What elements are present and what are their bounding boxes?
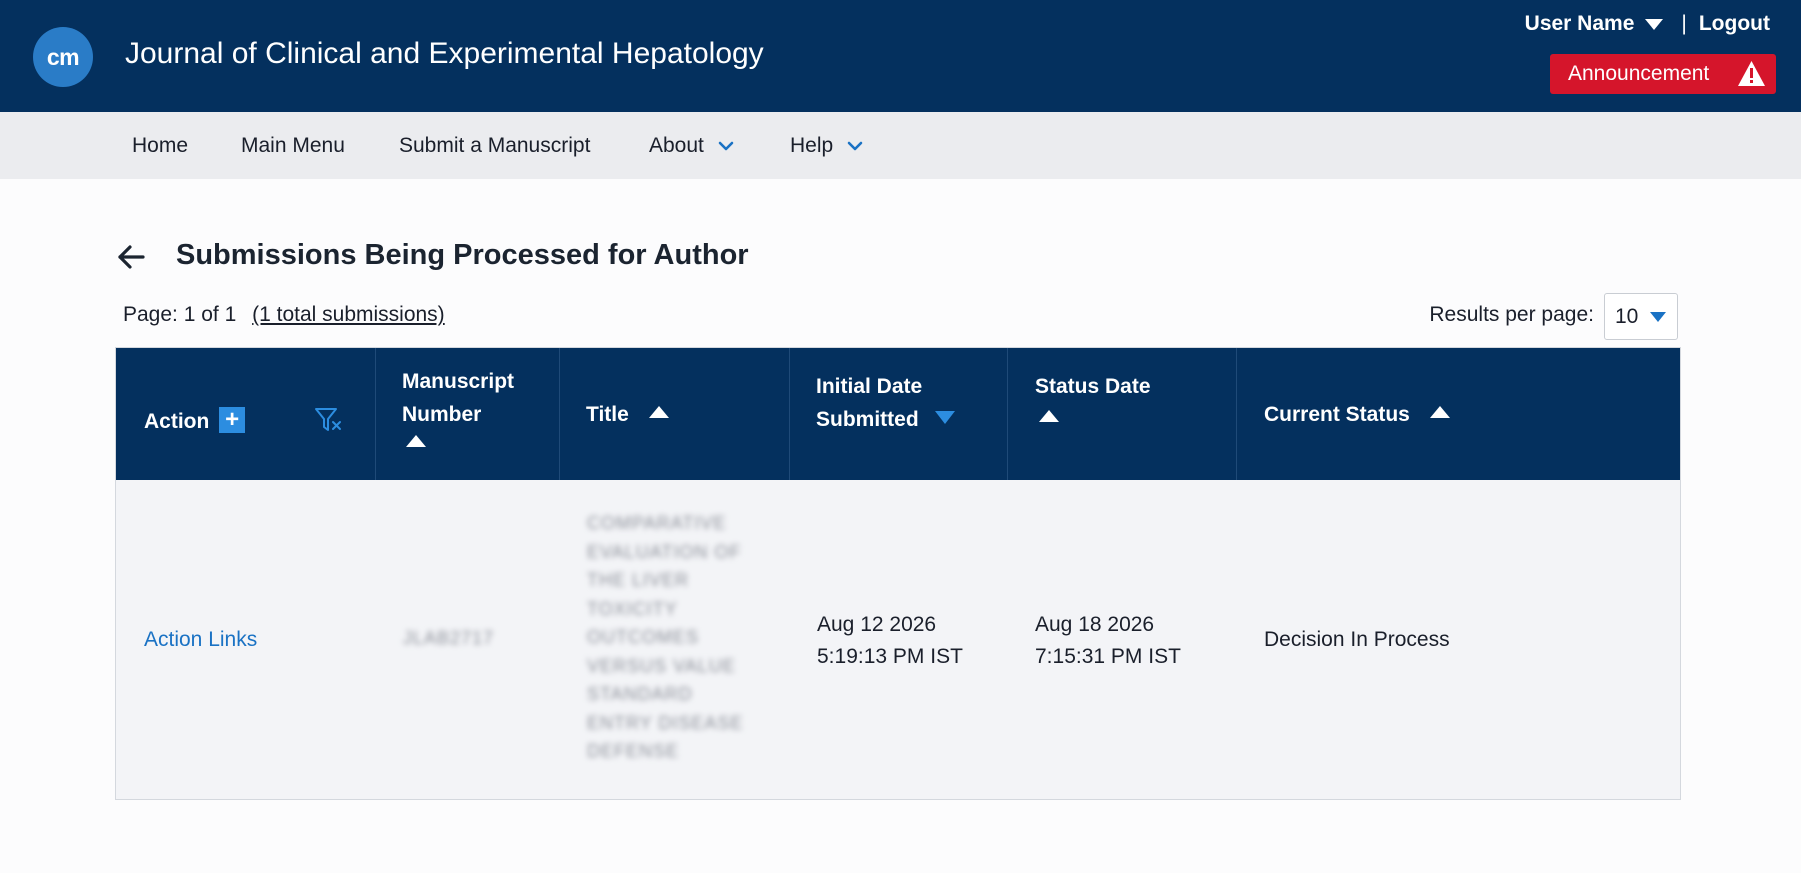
column-header-current-status[interactable]: Current Status: [1264, 398, 1450, 431]
sort-ascending-icon[interactable]: [1429, 406, 1450, 418]
manuscript-number-cell: JLAB2717: [403, 628, 495, 648]
sort-ascending-icon[interactable]: [1039, 410, 1059, 422]
initial-date-value: Aug 12 2026: [817, 613, 937, 636]
nav-item-label: Help: [790, 133, 834, 157]
column-header-initial-date[interactable]: Initial Date Submitted: [816, 370, 955, 436]
table-header: Action + Manuscript Number Title Initial…: [116, 348, 1680, 480]
title-cell: Comparative Evaluation of the Liver Toxi…: [587, 509, 743, 766]
total-submissions-link[interactable]: (1 total submissions): [252, 303, 445, 326]
title-line: Versus Value: [587, 655, 736, 676]
column-header-status-date[interactable]: Status Date: [1035, 370, 1151, 429]
user-name-dropdown[interactable]: User Name: [1525, 12, 1635, 36]
initial-time-value: 5:19:13 PM IST: [817, 645, 963, 668]
user-menu-area: User Name | Logout: [1525, 12, 1770, 36]
column-divider: [375, 348, 376, 480]
back-arrow-icon[interactable]: [116, 242, 146, 272]
pagination-info: Page: 1 of 1 (1 total submissions): [123, 303, 445, 327]
title-line: Comparative: [587, 513, 727, 533]
main-nav: Home Main Menu Submit a Manuscript About…: [0, 112, 1801, 179]
table-row: Action Links JLAB2717 Comparative Evalua…: [116, 480, 1680, 799]
column-header-label: Title: [586, 403, 629, 426]
column-header-label: Current Status: [1264, 403, 1410, 426]
nav-item-label: Submit a Manuscript: [399, 133, 591, 157]
expand-all-plus-icon[interactable]: +: [219, 407, 246, 434]
title-line: Evaluation of: [587, 541, 742, 562]
journal-title: Journal of Clinical and Experimental Hep…: [125, 37, 764, 70]
logout-link[interactable]: Logout: [1699, 12, 1770, 36]
title-line: the Liver: [587, 570, 690, 590]
user-separator: |: [1681, 12, 1687, 35]
nav-item-main-menu[interactable]: Main Menu: [241, 112, 345, 179]
caret-down-icon[interactable]: [1645, 18, 1664, 30]
page-title: Submissions Being Processed for Author: [176, 239, 749, 271]
action-links-link[interactable]: Action Links: [144, 624, 257, 656]
sort-ascending-icon[interactable]: [648, 406, 669, 418]
status-time-value: 7:15:31 PM IST: [1035, 645, 1181, 668]
column-divider: [1007, 348, 1008, 480]
title-line: Entry Disease: [587, 712, 744, 733]
column-header-label: Number: [402, 403, 482, 426]
title-line: Toxicity: [587, 598, 678, 619]
sort-ascending-icon[interactable]: [406, 435, 426, 447]
column-header-label: Manuscript: [402, 370, 515, 393]
results-per-page-value: 10: [1615, 304, 1639, 328]
nav-item-submit-manuscript[interactable]: Submit a Manuscript: [399, 112, 590, 179]
warning-triangle-icon: [1738, 61, 1765, 86]
title-line: Defense: [587, 741, 680, 761]
nav-item-about[interactable]: About: [649, 112, 734, 179]
announcement-button[interactable]: Announcement: [1550, 54, 1776, 94]
nav-item-help[interactable]: Help: [790, 112, 863, 179]
column-header-label: Status Date: [1035, 375, 1151, 398]
column-divider: [1236, 348, 1237, 480]
column-divider: [789, 348, 790, 480]
results-per-page-label: Results per page:: [1429, 303, 1594, 326]
column-header-label: Submitted: [816, 408, 919, 431]
page-count: Page: 1 of 1: [123, 303, 237, 326]
column-divider: [559, 348, 560, 480]
nav-item-label: About: [649, 133, 704, 157]
nav-item-label: Main Menu: [241, 133, 345, 157]
announcement-label: Announcement: [1568, 62, 1710, 85]
chevron-down-icon: [847, 141, 863, 150]
submissions-table: Action + Manuscript Number Title Initial…: [115, 347, 1681, 800]
title-line: Standard: [587, 684, 693, 704]
current-status-cell: Decision In Process: [1264, 628, 1450, 651]
filter-clear-icon[interactable]: [313, 405, 345, 435]
column-header-label: Action: [144, 410, 210, 433]
column-header-label: Initial Date: [816, 375, 923, 398]
initial-date-cell: Aug 12 2026 5:19:13 PM IST: [817, 609, 963, 673]
journal-logo[interactable]: cm: [33, 27, 93, 87]
sort-descending-icon[interactable]: [934, 411, 955, 424]
status-date-value: Aug 18 2026: [1035, 613, 1155, 636]
caret-down-icon: [1650, 312, 1666, 322]
nav-item-home[interactable]: Home: [132, 112, 188, 179]
title-line: Outcomes: [587, 627, 700, 647]
chevron-down-icon: [718, 141, 734, 150]
column-header-manuscript-number[interactable]: Manuscript Number: [402, 365, 514, 451]
column-header-title[interactable]: Title: [586, 398, 669, 431]
column-header-action: Action +: [144, 405, 246, 438]
results-per-page-select[interactable]: 10: [1604, 293, 1678, 340]
app-header: cm Journal of Clinical and Experimental …: [0, 0, 1801, 112]
nav-item-label: Home: [132, 133, 189, 157]
status-date-cell: Aug 18 2026 7:15:31 PM IST: [1035, 609, 1181, 673]
